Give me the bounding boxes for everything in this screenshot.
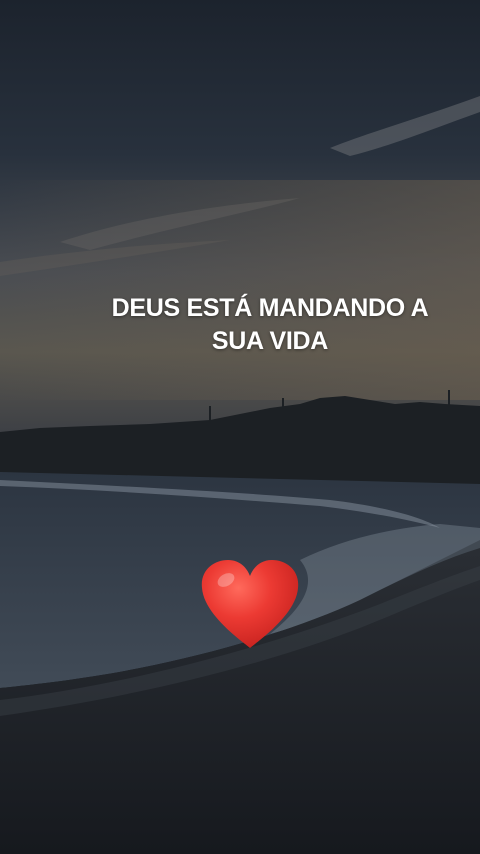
caption-line-1: DEUS ESTÁ MANDANDO A: [111, 294, 429, 322]
video-frame: DEUS ESTÁ MANDANDO A SUA VIDA: [0, 0, 480, 854]
beach-sunset-photo: [0, 0, 480, 854]
caption-line-2: SUA VIDA: [211, 327, 329, 355]
overlay-caption: DEUS ESTÁ MANDANDO A SUA VIDA: [60, 292, 480, 358]
